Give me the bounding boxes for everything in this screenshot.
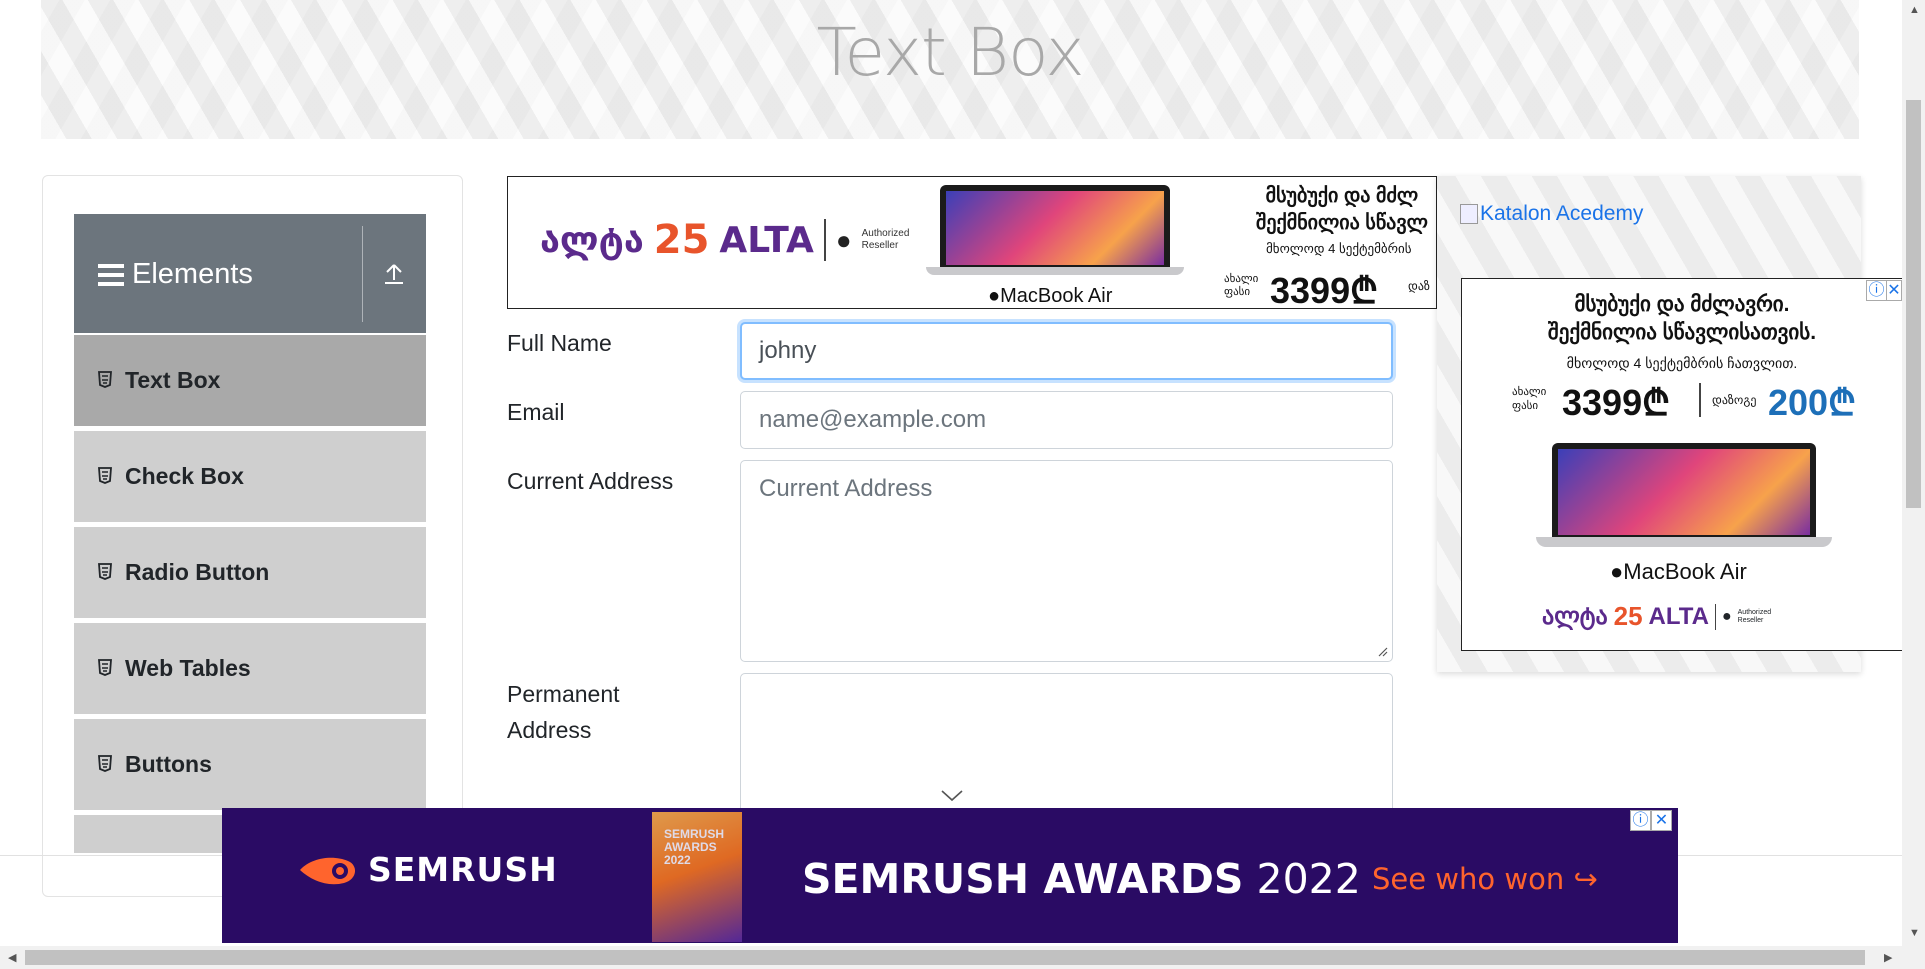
right-ad-price: 3399₾ (1562, 382, 1670, 423)
arrow-right-icon: ↪ (1573, 862, 1598, 896)
semrush-headline: SEMRUSH AWARDS 2022 (802, 855, 1361, 903)
award-trophy-image: SEMRUSH AWARDS 2022 (652, 812, 742, 942)
apple-icon: ● (1721, 607, 1732, 625)
scroll-down-arrow-icon[interactable]: ▼ (1909, 927, 1920, 939)
html5-icon (98, 755, 112, 772)
apple-icon: ● (988, 285, 1001, 307)
elements-group-header[interactable]: Elements (74, 214, 426, 333)
adchoices-info-icon[interactable]: ⓘ (1866, 280, 1887, 301)
full-name-input[interactable]: johny (740, 322, 1393, 380)
alta-logo: ალტა 25 ALTA ● Authorized Reseller (540, 217, 910, 263)
html5-icon (98, 563, 112, 580)
broken-image-icon (1460, 204, 1478, 224)
sidebar-item-label: Radio Button (125, 559, 270, 585)
sidebar-item-buttons[interactable]: Buttons (74, 717, 426, 810)
macbook-image (1536, 443, 1832, 549)
vertical-scroll-thumb[interactable] (1906, 100, 1921, 508)
apple-icon: ● (835, 224, 852, 255)
sidebar-item-web-tables[interactable]: Web Tables (74, 621, 426, 714)
katalon-link-text: Katalon Acedemy (1480, 202, 1644, 225)
html5-icon (98, 659, 112, 676)
page-header-banner: Text Box (41, 0, 1859, 139)
ad-close-icon[interactable]: ✕ (1886, 280, 1902, 301)
email-input[interactable]: name@example.com (740, 391, 1393, 449)
scroll-up-arrow-icon[interactable]: ▲ (1909, 4, 1920, 16)
sidebar-item-label: Check Box (125, 463, 244, 489)
permanent-address-label: Permanent Address (507, 681, 620, 743)
semrush-logo: SEMRUSH (298, 850, 558, 889)
macbook-label: ●MacBook Air (1610, 559, 1747, 584)
elements-group-title: Elements (98, 258, 253, 291)
group-title-label: Elements (132, 258, 253, 290)
macbook-label: ●MacBook Air (988, 285, 1113, 307)
permanent-address-textarea[interactable] (740, 673, 1393, 813)
html5-icon (98, 467, 112, 484)
top-ad-price-label: ახალი ფასი (1224, 273, 1259, 298)
sidebar-item-label: Buttons (125, 751, 212, 777)
top-ad-sub: მხოლოდ 4 სექტემბრის (1266, 241, 1412, 256)
scroll-left-arrow-icon[interactable]: ◀ (8, 951, 16, 964)
horizontal-scroll-thumb[interactable] (25, 950, 1865, 965)
header-divider (362, 226, 363, 322)
sidebar-item-radio-button[interactable]: Radio Button (74, 525, 426, 618)
email-placeholder: name@example.com (759, 406, 987, 433)
collapse-up-icon[interactable] (374, 254, 414, 294)
right-ad-price-label: ახალი ფასი (1512, 386, 1547, 412)
full-name-label: Full Name (507, 330, 612, 356)
top-ad-discount-label: დაზ (1408, 279, 1430, 293)
hamburger-icon (98, 263, 124, 286)
alta-logo: ალტა 25 ALTA ● Authorized Reseller (1542, 601, 1772, 631)
top-ad-headline: მსუბუქი და მძლ შექმნილია სწავლ (1256, 185, 1428, 234)
right-ad-discount: 200₾ (1768, 382, 1856, 423)
scroll-right-arrow-icon[interactable]: ▶ (1884, 951, 1892, 964)
sidebar-item-check-box[interactable]: Check Box (74, 429, 426, 522)
email-label: Email (507, 399, 565, 425)
html5-icon (98, 371, 112, 388)
apple-icon: ● (1610, 559, 1624, 584)
ad-close-icon[interactable]: ✕ (1651, 810, 1672, 831)
see-who-won-link[interactable]: See who won ↪ (1372, 862, 1598, 896)
right-ad-headline: მსუბუქი და მძლავრი. შექმნილია სწავლისათვ… (1547, 293, 1817, 344)
sidebar-item-label: Web Tables (125, 655, 251, 681)
alta-right-ad[interactable]: მსუბუქი და მძლავრი. შექმნილია სწავლისათვ… (1461, 278, 1903, 651)
semrush-bottom-ad[interactable]: SEMRUSH SEMRUSH AWARDS 2022 SEMRUSH AWAR… (222, 808, 1678, 943)
current-address-textarea[interactable]: Current Address (740, 460, 1393, 662)
sidebar-item-text-box[interactable]: Text Box (74, 333, 426, 426)
current-address-placeholder: Current Address (759, 475, 933, 502)
sidebar-item-label: Text Box (125, 367, 221, 393)
katalon-ad-link[interactable]: Katalon Acedemy (1460, 202, 1643, 226)
adchoices-info-icon[interactable]: ⓘ (1630, 810, 1651, 831)
page-title: Text Box (816, 14, 1084, 91)
chevron-down-icon (941, 790, 963, 802)
alta-top-ad[interactable]: ალტა 25 ALTA ● Authorized Reseller ●MacB… (507, 176, 1437, 309)
full-name-value: johny (759, 337, 817, 364)
horizontal-scrollbar[interactable]: ◀ ▶ (0, 946, 1902, 969)
right-ad-discount-label: დაზოგე (1712, 393, 1757, 407)
semrush-flame-icon (300, 857, 356, 884)
resize-handle-icon[interactable] (1378, 647, 1388, 657)
top-ad-price: 3399₾ (1270, 270, 1378, 309)
right-ad-sub: მხოლოდ 4 სექტემბრის ჩათვლით. (1566, 355, 1798, 371)
macbook-image (926, 185, 1184, 277)
current-address-label: Current Address (507, 468, 674, 494)
vertical-scrollbar[interactable]: ▲ ▼ (1902, 0, 1925, 969)
